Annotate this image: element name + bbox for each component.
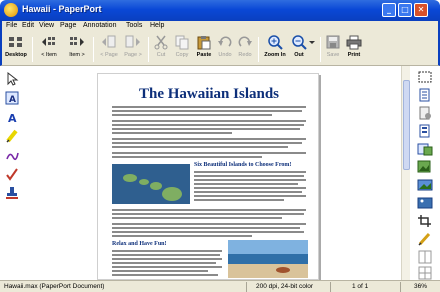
page-forward-icon (125, 35, 141, 50)
scrollbar-thumb[interactable] (403, 80, 410, 170)
stamp-icon[interactable] (5, 186, 19, 200)
page-back-icon (101, 35, 117, 50)
page-settings-icon[interactable] (417, 106, 433, 120)
undo-icon (217, 35, 233, 50)
redo-button[interactable]: Redo (236, 35, 254, 64)
paperport-app-icon[interactable] (4, 3, 18, 17)
zoom-dropdown[interactable] (308, 35, 316, 64)
grid-view-icon[interactable] (417, 266, 433, 280)
save-button[interactable]: Save (324, 35, 342, 64)
copy-icon (174, 35, 190, 50)
page-back-button[interactable]: < Page (98, 35, 120, 64)
image-page-icon[interactable] (417, 160, 433, 174)
item-forward-icon (69, 35, 85, 50)
paste-button[interactable]: Paste (194, 35, 214, 64)
scissors-icon (153, 35, 169, 50)
highlighter-icon[interactable] (5, 129, 19, 143)
svg-text:A: A (9, 95, 16, 105)
crop-icon[interactable] (417, 214, 433, 228)
item-forward-button[interactable]: Item > (66, 35, 88, 64)
text-box-tool-icon[interactable]: A (5, 91, 19, 105)
paste-icon (196, 35, 212, 50)
item-back-button[interactable]: < Item (38, 35, 60, 64)
menu-page[interactable]: Page (60, 22, 76, 29)
undo-button[interactable]: Undo (216, 35, 234, 64)
menu-edit[interactable]: Edit (22, 22, 34, 29)
desktop-icon (8, 35, 24, 50)
hawaii-map-image (112, 164, 190, 204)
menu-bar: File Edit View Page Annotation Tools Hel… (0, 21, 440, 33)
section-heading-relax: Relax and Have Fun! (112, 241, 167, 247)
annotation-toolbar: A A (2, 66, 22, 280)
pencil-tool-icon[interactable] (417, 232, 433, 246)
vertical-scrollbar[interactable] (401, 66, 410, 280)
window-title: Hawaii - PaperPort (22, 4, 102, 14)
photo-view-icon[interactable] (417, 196, 433, 210)
status-bar: Hawaii.max (PaperPort Document) 200 dpi,… (0, 280, 440, 292)
beach-photo-image (228, 240, 308, 278)
page-split-icon[interactable] (417, 250, 433, 264)
section-heading-islands: Six Beautiful Islands to Choose From! (194, 162, 292, 168)
zoom-in-icon (267, 35, 283, 50)
page-tools-panel (410, 66, 438, 280)
copy-button[interactable]: Copy (172, 35, 192, 64)
zoom-out-button[interactable]: Out (290, 35, 308, 64)
document-page[interactable]: The Hawaiian Islands Six Beautiful Islan… (97, 73, 319, 280)
menu-view[interactable]: View (39, 22, 54, 29)
svg-text:A: A (8, 112, 17, 124)
title-bar[interactable]: Hawaii - PaperPort _ □ ✕ (0, 0, 440, 21)
select-pointer-icon[interactable] (5, 71, 19, 86)
status-resolution: 200 dpi, 24-bit color (256, 283, 314, 290)
desktop-button[interactable]: Desktop (4, 35, 28, 64)
maximize-button[interactable]: □ (398, 3, 412, 17)
page-thumbnails-icon[interactable] (417, 88, 433, 102)
printer-icon (346, 35, 362, 50)
status-zoom: 36% (414, 283, 428, 290)
main-toolbar: Desktop < Item Item > < Page Page > Cut (0, 33, 440, 66)
minimize-button[interactable]: _ (382, 3, 396, 17)
cut-button[interactable]: Cut (152, 35, 170, 64)
picture-icon[interactable] (417, 178, 433, 192)
menu-file[interactable]: File (6, 22, 17, 29)
zoom-in-button[interactable]: Zoom In (262, 35, 288, 64)
close-button[interactable]: ✕ (414, 3, 428, 17)
marquee-select-icon[interactable] (417, 70, 433, 84)
zoom-out-icon (291, 35, 307, 50)
status-filename: Hawaii.max (PaperPort Document) (4, 283, 105, 290)
print-button[interactable]: Print (345, 35, 363, 64)
menu-help[interactable]: Help (150, 22, 164, 29)
image-to-text-icon[interactable] (417, 142, 433, 156)
menu-annotation[interactable]: Annotation (83, 22, 116, 29)
redo-icon (237, 35, 253, 50)
item-back-icon (41, 35, 57, 50)
menu-tools[interactable]: Tools (126, 22, 142, 29)
status-page: 1 of 1 (352, 283, 369, 290)
page-list-icon[interactable] (417, 124, 433, 138)
page-forward-button[interactable]: Page > (122, 35, 144, 64)
pen-icon[interactable] (5, 148, 19, 162)
check-mark-icon[interactable] (5, 167, 19, 181)
floppy-disk-icon (325, 35, 341, 50)
chevron-down-icon (308, 35, 316, 50)
document-title: The Hawaiian Islands (138, 86, 280, 102)
text-tool-icon[interactable]: A (5, 110, 19, 125)
